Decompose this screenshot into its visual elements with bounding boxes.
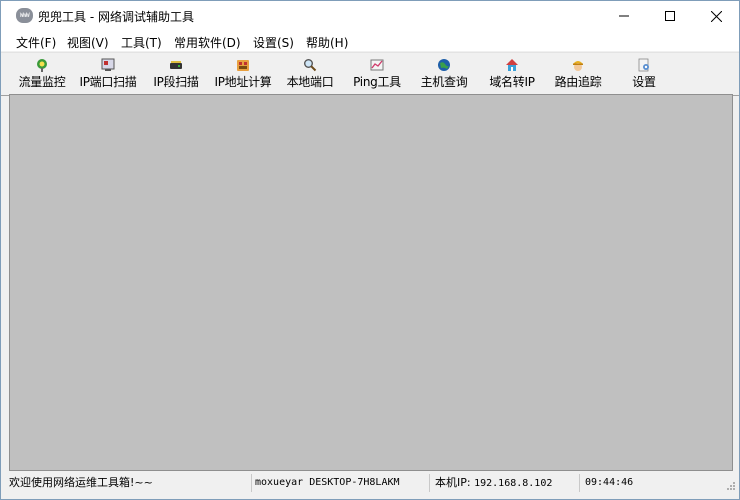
main-content-area[interactable] — [9, 94, 733, 471]
app-window: WWW 兜兜工具 - 网络调试辅助工具 文件(F) 视图(V) 工具(T) 常用… — [0, 0, 740, 500]
toolbar-domain-to-ip[interactable]: 域名转IP — [483, 55, 541, 91]
status-host: DESKTOP-7H8LAKM — [309, 477, 400, 488]
status-ip-label: 本机IP: — [435, 476, 471, 489]
minimize-button[interactable] — [601, 1, 647, 31]
status-user-host: moxueyar DESKTOP-7H8LAKM — [255, 474, 430, 492]
home-icon — [506, 59, 518, 71]
toolbar-traffic-monitor[interactable]: 流量监控 — [13, 55, 71, 91]
ping-icon — [370, 59, 384, 71]
toolbar-local-port[interactable]: 本地端口 — [281, 55, 339, 91]
toolbar-trace-route[interactable]: 路由追踪 — [549, 55, 607, 91]
menu-software[interactable]: 常用软件(D) — [174, 34, 241, 51]
toolbar-label: IP地址计算 — [214, 75, 272, 89]
window-title: 兜兜工具 - 网络调试辅助工具 — [38, 10, 194, 24]
toolbar-label: Ping工具 — [353, 75, 401, 89]
close-icon — [710, 10, 722, 22]
app-icon: WWW — [16, 8, 33, 23]
toolbar-label: IP端口扫描 — [79, 75, 137, 89]
close-button[interactable] — [693, 1, 739, 31]
toolbar-label: 本地端口 — [286, 75, 334, 89]
ip-range-scan-icon — [170, 61, 182, 69]
toolbar-label: 域名转IP — [489, 75, 535, 89]
status-bar: 欢迎使用网络运维工具箱!~~ moxueyar DESKTOP-7H8LAKM … — [1, 472, 739, 494]
toolbar-label: 流量监控 — [18, 75, 66, 89]
status-ip: 本机IP: 192.168.8.102 — [435, 474, 580, 492]
menu-view[interactable]: 视图(V) — [67, 34, 109, 51]
maximize-button[interactable] — [647, 1, 693, 31]
magnifier-icon — [304, 59, 317, 72]
toolbar-host-query[interactable]: 主机查询 — [415, 55, 473, 91]
toolbar-settings[interactable]: 设置 — [621, 55, 667, 91]
toolbar-label: IP段扫描 — [153, 75, 199, 89]
worker-icon — [573, 61, 583, 71]
toolbar-ip-range-scan[interactable]: IP段扫描 — [147, 55, 205, 91]
menu-bar: 文件(F) 视图(V) 工具(T) 常用软件(D) 设置(S) 帮助(H) — [1, 31, 739, 51]
status-message: 欢迎使用网络运维工具箱!~~ — [9, 474, 252, 492]
resize-grip-icon[interactable] — [726, 481, 736, 491]
toolbar-label: 主机查询 — [420, 75, 468, 89]
menu-file[interactable]: 文件(F) — [16, 34, 56, 51]
status-ip-value: 192.168.8.102 — [474, 478, 553, 489]
settings-icon — [638, 58, 649, 72]
traffic-monitor-icon — [37, 59, 47, 72]
toolbar: 流量监控 IP端口扫描 IP段扫描 IP地址计算 本地端口 Ping工具 主机查… — [1, 52, 739, 96]
toolbar-label: 设置 — [632, 75, 656, 89]
globe-icon — [438, 59, 450, 71]
status-time: 09:44:46 — [585, 477, 634, 488]
minimize-icon — [619, 15, 629, 17]
ip-calc-icon — [237, 60, 249, 71]
toolbar-ip-calc[interactable]: IP地址计算 — [209, 55, 277, 91]
status-user: moxueyar — [255, 477, 304, 488]
menu-settings[interactable]: 设置(S) — [253, 34, 294, 51]
toolbar-ip-port-scan[interactable]: IP端口扫描 — [75, 55, 141, 91]
toolbar-ping[interactable]: Ping工具 — [347, 55, 407, 91]
menu-help[interactable]: 帮助(H) — [306, 34, 348, 51]
ip-port-scan-icon — [101, 58, 115, 71]
title-bar[interactable]: WWW 兜兜工具 - 网络调试辅助工具 — [1, 1, 739, 31]
menu-tools[interactable]: 工具(T) — [121, 34, 162, 51]
maximize-icon — [665, 11, 675, 21]
toolbar-label: 路由追踪 — [554, 75, 602, 89]
